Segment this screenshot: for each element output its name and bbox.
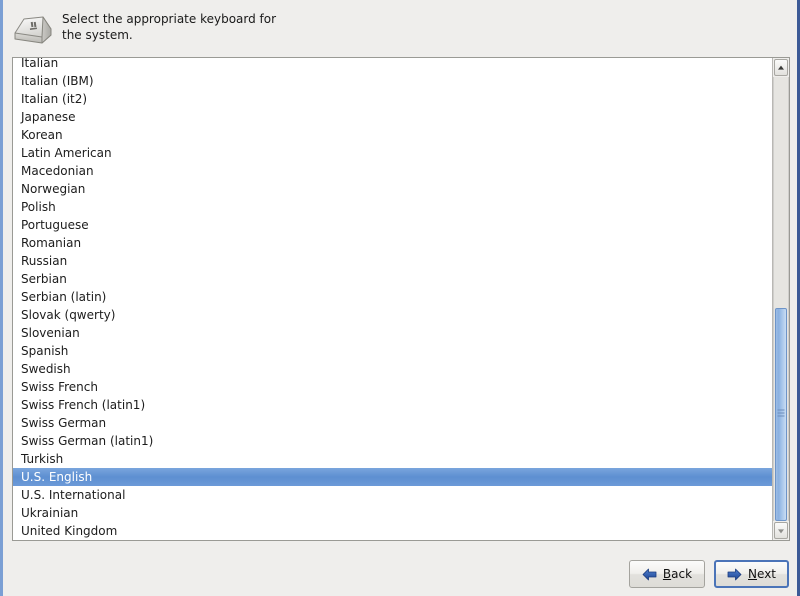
dialog-button-bar: Back Next	[628, 560, 789, 588]
back-button[interactable]: Back	[628, 560, 706, 588]
list-item[interactable]: United Kingdom	[13, 522, 772, 540]
list-item[interactable]: Japanese	[13, 108, 772, 126]
keyboard-key-icon	[11, 9, 55, 47]
list-item[interactable]: Italian	[13, 58, 772, 72]
list-item[interactable]: Italian (IBM)	[13, 72, 772, 90]
list-item[interactable]: Spanish	[13, 342, 772, 360]
list-item[interactable]: Portuguese	[13, 216, 772, 234]
list-item[interactable]: Italian (it2)	[13, 90, 772, 108]
list-item[interactable]: Russian	[13, 252, 772, 270]
list-item[interactable]: Swiss German	[13, 414, 772, 432]
list-item[interactable]: Korean	[13, 126, 772, 144]
list-item[interactable]: Swiss French (latin1)	[13, 396, 772, 414]
scroll-up-button[interactable]	[774, 59, 788, 76]
list-item[interactable]: U.S. English	[13, 468, 772, 486]
list-item[interactable]: Swedish	[13, 360, 772, 378]
list-item[interactable]: Latin American	[13, 144, 772, 162]
instruction-header: Select the appropriate keyboard for the …	[3, 0, 797, 51]
scrollbar-thumb[interactable]	[775, 307, 787, 521]
keyboard-list-viewport[interactable]: Italian Italian (IBM) Italian (it2) Japanes…	[13, 58, 772, 540]
scroll-down-button[interactable]	[774, 522, 788, 539]
keyboard-list-frame: Italian Italian (IBM) Italian (it2) Japanes…	[12, 57, 790, 541]
installer-window: Select the appropriate keyboard for the …	[0, 0, 800, 596]
list-item[interactable]: Ukrainian	[13, 504, 772, 522]
list-item[interactable]: Polish	[13, 198, 772, 216]
list-item[interactable]: Slovenian	[13, 324, 772, 342]
back-button-label: Back	[662, 567, 693, 581]
arrow-right-icon	[727, 568, 742, 581]
list-item[interactable]: Macedonian	[13, 162, 772, 180]
scroll-down-arrow-icon	[778, 528, 784, 533]
list-item[interactable]: Serbian	[13, 270, 772, 288]
dialog-footer: Back Next	[3, 541, 797, 596]
list-item[interactable]: Turkish	[13, 450, 772, 468]
list-item[interactable]: U.S. International	[13, 486, 772, 504]
next-button[interactable]: Next	[714, 560, 789, 588]
list-item[interactable]: Serbian (latin)	[13, 288, 772, 306]
next-button-label: Next	[748, 567, 776, 581]
list-item[interactable]: Swiss French	[13, 378, 772, 396]
list-item[interactable]: Norwegian	[13, 180, 772, 198]
list-item[interactable]: Swiss German (latin1)	[13, 432, 772, 450]
vertical-scrollbar[interactable]	[772, 58, 789, 540]
scroll-up-arrow-icon	[778, 65, 784, 70]
scrollbar-track[interactable]	[773, 77, 789, 521]
list-item[interactable]: Romanian	[13, 234, 772, 252]
instruction-text: Select the appropriate keyboard for the …	[62, 9, 276, 43]
list-item[interactable]: Slovak (qwerty)	[13, 306, 772, 324]
instruction-line-1: Select the appropriate keyboard for	[62, 12, 277, 26]
keyboard-list-items: Italian Italian (IBM) Italian (it2) Japanes…	[13, 58, 772, 540]
instruction-line-2: the system.	[62, 28, 133, 42]
scrollbar-grip-icon	[777, 409, 785, 419]
arrow-left-icon	[642, 568, 657, 581]
